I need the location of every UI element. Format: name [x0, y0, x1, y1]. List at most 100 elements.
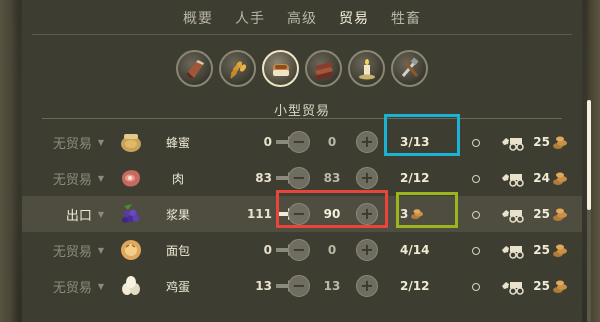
increase-button[interactable]: +	[356, 167, 378, 189]
decrease-button[interactable]: −	[288, 239, 310, 261]
coin-pile-icon	[553, 136, 567, 149]
chevron-down-icon: ▼	[97, 281, 104, 291]
trade-mode-label: 无贸易	[52, 244, 92, 260]
bread-icon	[121, 240, 141, 260]
meat-icon	[122, 170, 140, 187]
trade-amount-value: 3	[400, 207, 409, 221]
trade-row-eggs: 无贸易 ▼ 鸡蛋 13 − 13 + 2/12 25	[22, 268, 582, 304]
stock-count: 13	[255, 279, 272, 293]
coin-pile-icon	[553, 280, 567, 293]
coin-pile-icon	[553, 208, 567, 221]
tab-workers[interactable]: 人手	[235, 8, 265, 27]
wheat-icon	[229, 60, 246, 79]
trade-amount-value: 2/12	[400, 171, 430, 185]
stock-count: 83	[255, 171, 272, 185]
horse-cart-icon	[502, 210, 524, 223]
radio-button[interactable]	[472, 211, 480, 219]
bread-icon	[272, 63, 289, 76]
stock-count: 111	[246, 207, 272, 221]
category-meat-button[interactable]	[176, 50, 213, 87]
berries-icon	[122, 204, 140, 223]
category-food-button[interactable]	[262, 50, 299, 87]
trade-price: 25	[533, 243, 550, 257]
scrollbar-thumb[interactable]	[587, 100, 591, 210]
trade-price: 25	[533, 279, 550, 293]
tab-advanced[interactable]: 高级	[287, 8, 317, 27]
trade-mode-label: 无贸易	[52, 280, 92, 296]
tab-bar: 概要 人手 高级 贸易 牲畜	[22, 8, 582, 27]
horse-cart-icon	[502, 282, 524, 295]
category-leather-button[interactable]	[305, 50, 342, 87]
tab-trade[interactable]: 贸易	[339, 8, 369, 27]
item-name: 蜂蜜	[165, 135, 190, 150]
radio-button[interactable]	[472, 283, 480, 291]
target-amount: 0	[327, 135, 337, 149]
tab-divider	[32, 34, 572, 35]
increase-button[interactable]: +	[356, 131, 378, 153]
trade-row-bread: 无贸易 ▼ 面包 0 − 0 + 4/14 25	[22, 232, 582, 268]
leather-icon	[314, 61, 333, 80]
horse-cart-icon	[502, 174, 524, 187]
category-bar	[22, 50, 582, 87]
trade-mode-dropdown[interactable]: 无贸易 ▼	[26, 124, 104, 160]
target-amount: 90	[323, 207, 341, 221]
item-name: 鸡蛋	[165, 279, 190, 294]
radio-button[interactable]	[472, 139, 480, 147]
category-tools-button[interactable]	[391, 50, 428, 87]
meat-icon	[185, 59, 204, 78]
target-amount: 83	[323, 171, 341, 185]
window-edge-left	[0, 0, 18, 322]
trade-amount: 2/12	[400, 160, 464, 196]
radio-button[interactable]	[472, 175, 480, 183]
decrease-button[interactable]: −	[288, 167, 310, 189]
horse-cart-icon	[502, 246, 524, 259]
tab-overview[interactable]: 概要	[183, 8, 213, 27]
radio-button[interactable]	[472, 247, 480, 255]
trade-row-berries: 出口 ▼ 浆果 111 − 90 + 3 25	[22, 196, 582, 232]
coin-pile-icon	[553, 244, 567, 257]
increase-button[interactable]: +	[356, 275, 378, 297]
tab-livestock[interactable]: 牲畜	[391, 8, 421, 27]
trade-amount-value: 4/14	[400, 243, 430, 257]
trade-mode-dropdown[interactable]: 无贸易 ▼	[26, 232, 104, 268]
trade-row-honey: 无贸易 ▼ 蜂蜜 0 − 0 + 3/13 25	[22, 124, 582, 160]
item-name: 浆果	[165, 207, 190, 222]
trade-mode-dropdown[interactable]: 出口 ▼	[26, 196, 104, 232]
trade-mode-label: 无贸易	[52, 136, 92, 152]
trade-mode-label: 无贸易	[52, 172, 92, 188]
trade-price: 25	[533, 207, 550, 221]
category-candle-button[interactable]	[348, 50, 385, 87]
stock-count: 0	[263, 243, 272, 257]
scrollbar[interactable]	[587, 100, 591, 322]
trade-amount: 3	[400, 196, 464, 232]
increase-button[interactable]: +	[356, 203, 378, 225]
decrease-button[interactable]: −	[288, 131, 310, 153]
target-amount: 13	[323, 279, 341, 293]
trade-row-meat: 无贸易 ▼ 肉 83 − 83 + 2/12 24	[22, 160, 582, 196]
trade-amount: 3/13	[400, 124, 464, 160]
trade-price: 25	[533, 135, 550, 149]
trade-amount: 2/12	[400, 268, 464, 304]
chevron-down-icon: ▼	[97, 137, 104, 147]
eggs-icon	[122, 276, 140, 295]
trade-mode-dropdown[interactable]: 无贸易 ▼	[26, 268, 104, 304]
trade-price: 24	[533, 171, 550, 185]
category-grain-button[interactable]	[219, 50, 256, 87]
item-name: 肉	[171, 171, 184, 186]
stock-count: 0	[263, 135, 272, 149]
trade-mode-dropdown[interactable]: 无贸易 ▼	[26, 160, 104, 196]
decrease-button[interactable]: −	[288, 275, 310, 297]
coin-pile-icon	[553, 172, 567, 185]
increase-button[interactable]: +	[356, 239, 378, 261]
section-divider	[42, 118, 562, 119]
trade-amount-value: 3/13	[400, 135, 430, 149]
candle-icon	[358, 58, 375, 79]
target-amount: 0	[327, 243, 337, 257]
decrease-button[interactable]: −	[288, 203, 310, 225]
item-name: 面包	[165, 243, 190, 258]
horse-cart-icon	[502, 138, 524, 151]
section-title: 小型贸易	[273, 104, 330, 119]
chevron-down-icon: ▼	[97, 173, 104, 183]
tools-icon	[401, 57, 419, 77]
coin-pile-icon	[411, 209, 424, 220]
